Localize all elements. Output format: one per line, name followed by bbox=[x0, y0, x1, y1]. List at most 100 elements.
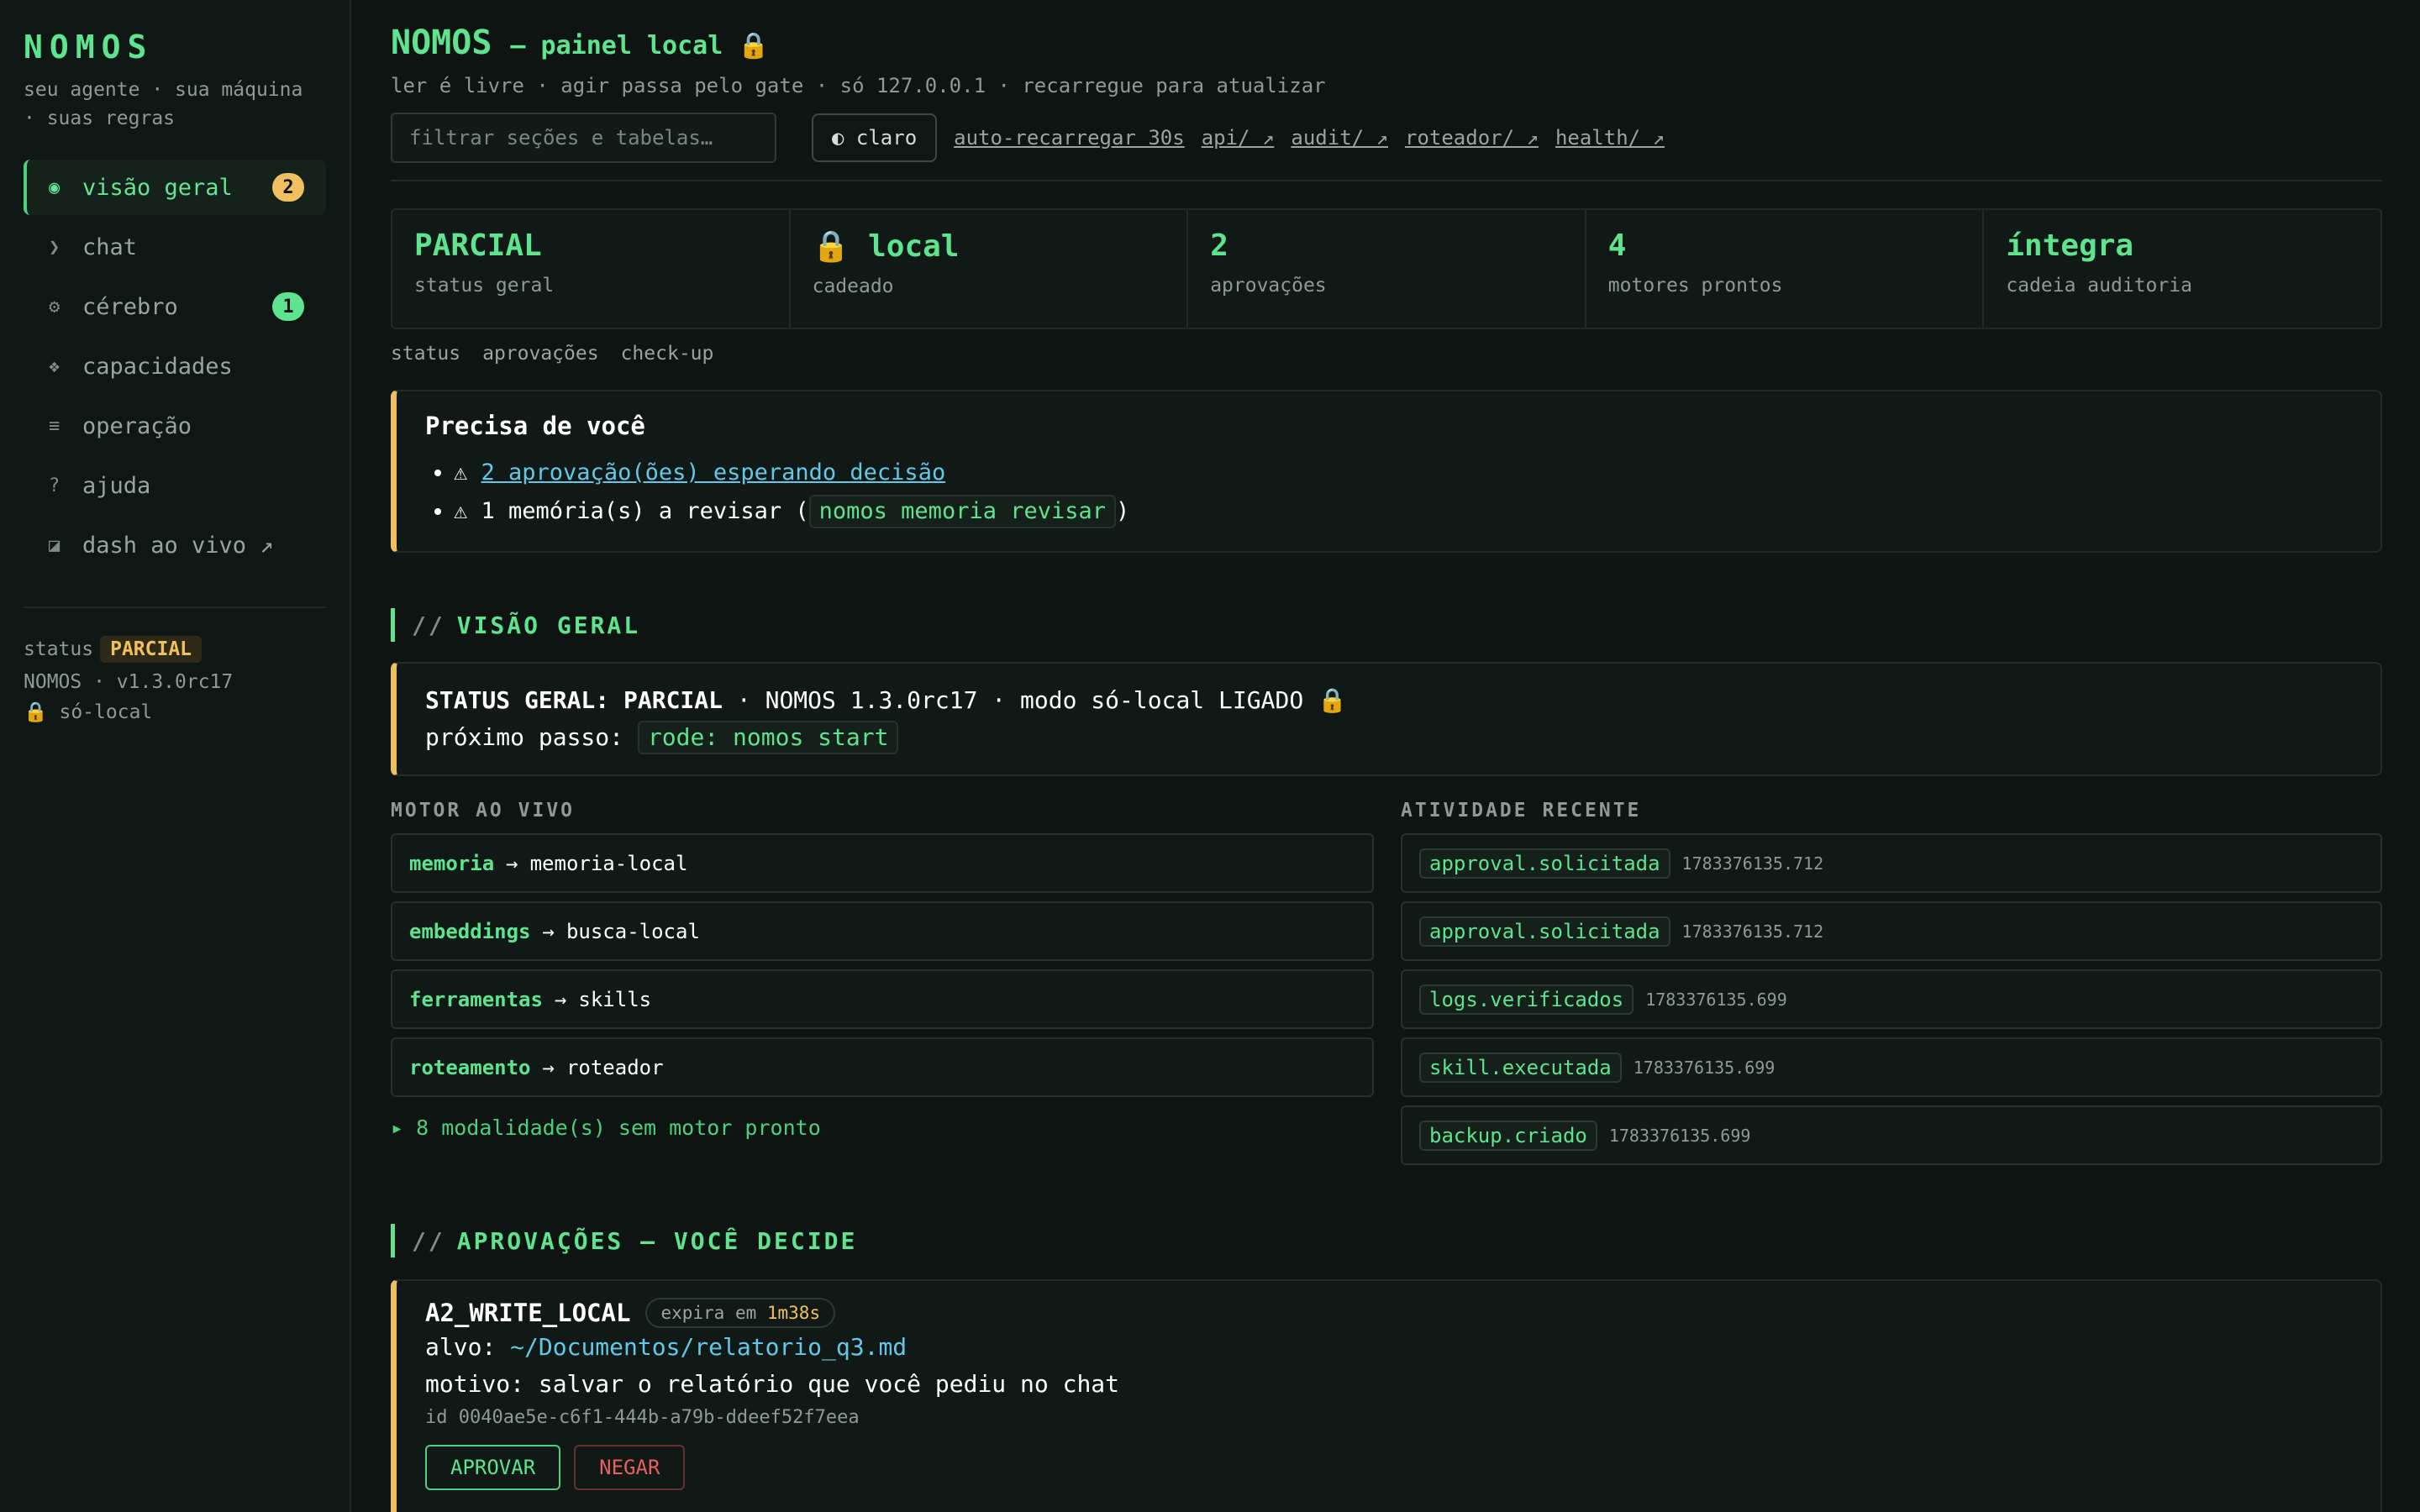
expiry-time: 1m38s bbox=[766, 1303, 821, 1323]
command-code: nomos memoria revisar bbox=[808, 495, 1117, 528]
sidebar-item-chat[interactable]: ❯ chat bbox=[24, 219, 326, 275]
section-heading-approvals: // APROVAÇÕES — VOCÊ DECIDE bbox=[391, 1224, 2382, 1257]
anchor-status[interactable]: status bbox=[391, 343, 460, 365]
sidebar-item-label: operação bbox=[82, 412, 192, 439]
theme-toggle-button[interactable]: ◐ claro bbox=[812, 113, 938, 162]
section-title: APROVAÇÕES — VOCÊ DECIDE bbox=[456, 1226, 858, 1255]
brand-tagline: seu agente · sua máquina · suas regras bbox=[24, 79, 303, 129]
sidebar-item-label: dash ao vivo ↗ bbox=[82, 532, 274, 559]
status-details: · NOMOS 1.3.0rc17 · modo só-local LIGADO… bbox=[723, 686, 1347, 714]
sidebar-divider bbox=[24, 606, 326, 608]
section-title: VISÃO GERAL bbox=[456, 611, 641, 639]
engine-target: roteador bbox=[566, 1055, 664, 1079]
main-content: NOMOS — painel local 🔒 ler é livre · agi… bbox=[391, 0, 2382, 1512]
engine-name: roteamento bbox=[409, 1055, 531, 1079]
sidebar-nav: ◉ visão geral 2 ❯ chat ⚙ cérebro 1 ❖ cap… bbox=[24, 160, 326, 573]
sidebar-item-label: capacidades bbox=[82, 353, 233, 380]
stat-status-geral: PARCIAL status geral bbox=[392, 210, 791, 328]
gear-icon: ⚙ bbox=[49, 296, 60, 318]
api-link[interactable]: api/ ↗ bbox=[1202, 126, 1275, 150]
pending-approvals-link[interactable]: 2 aprovação(ões) esperando decisão bbox=[481, 459, 946, 486]
memory-review-text: ⚠ 1 memória(s) a revisar ( bbox=[454, 498, 809, 524]
stat-label: cadeado bbox=[812, 276, 894, 297]
memory-review-suffix: ) bbox=[1116, 498, 1130, 524]
health-link[interactable]: health/ ↗ bbox=[1555, 126, 1665, 150]
deny-button[interactable]: NEGAR bbox=[574, 1445, 686, 1490]
menu-lines-icon: ≡ bbox=[49, 415, 60, 437]
stats-strip: PARCIAL status geral 🔒 local cadeado 2 a… bbox=[391, 208, 2382, 329]
approval-actions: APROVAR NEGAR bbox=[425, 1445, 2352, 1490]
page-title: NOMOS bbox=[391, 24, 492, 62]
approve-button[interactable]: APROVAR bbox=[425, 1445, 561, 1490]
event-tag: approval.solicitada bbox=[1419, 916, 1670, 947]
audit-link[interactable]: audit/ ↗ bbox=[1291, 126, 1388, 150]
sidebar-item-operacao[interactable]: ≡ operação bbox=[24, 398, 326, 454]
arrow-icon: → bbox=[542, 919, 555, 943]
stat-value: 4 bbox=[1607, 228, 1627, 263]
version-text: NOMOS · v1.3.0rc17 bbox=[24, 671, 234, 693]
engines-panel: MOTOR AO VIVO memoria → memoria-local embe… bbox=[391, 800, 1374, 1173]
stat-value: 🔒 local bbox=[812, 229, 960, 264]
stat-label: motores prontos bbox=[1607, 275, 1783, 297]
overview-status-card: STATUS GERAL: PARCIAL · NOMOS 1.3.0rc17 … bbox=[391, 662, 2382, 776]
sidebar-item-visao-geral[interactable]: ◉ visão geral 2 bbox=[24, 160, 326, 215]
arrow-icon: → bbox=[506, 851, 518, 875]
status-line: STATUS GERAL: PARCIAL · NOMOS 1.3.0rc17 … bbox=[425, 682, 2352, 719]
engine-target: busca-local bbox=[566, 919, 700, 943]
anchor-check-up[interactable]: check-up bbox=[621, 343, 714, 365]
event-timestamp: 1783376135.712 bbox=[1681, 853, 1824, 874]
stat-label: status geral bbox=[414, 275, 555, 297]
two-column-panels: MOTOR AO VIVO memoria → memoria-local embe… bbox=[391, 800, 2382, 1173]
event-tag: logs.verificados bbox=[1419, 984, 1634, 1015]
event-tag: backup.criado bbox=[1419, 1120, 1597, 1151]
sidebar: NOMOS seu agente · sua máquina · suas re… bbox=[0, 0, 351, 1512]
sidebar-status: status PARCIAL bbox=[24, 632, 326, 667]
sidebar-item-label: visão geral bbox=[82, 174, 233, 201]
engine-row: roteamento → roteador bbox=[391, 1037, 1374, 1097]
target-label: alvo: bbox=[425, 1333, 511, 1361]
engine-name: memoria bbox=[409, 851, 495, 875]
activity-row: logs.verificados 1783376135.699 bbox=[1401, 969, 2382, 1029]
auto-reload-link[interactable]: auto-recarregar 30s bbox=[954, 126, 1185, 150]
target-path: ~/Documentos/relatorio_q3.md bbox=[510, 1333, 908, 1361]
sidebar-item-label: chat bbox=[82, 234, 138, 260]
section-anchors: status aprovações check-up bbox=[391, 343, 2382, 365]
stat-label: cadeia auditoria bbox=[2006, 275, 2192, 297]
local-mode-text: 🔒 só-local bbox=[24, 701, 153, 723]
engine-row: memoria → memoria-local bbox=[391, 833, 1374, 893]
count-badge: 2 bbox=[272, 173, 304, 202]
status-badge: PARCIAL bbox=[100, 636, 203, 663]
chevron-right-icon: ❯ bbox=[49, 236, 60, 258]
stat-value: 2 bbox=[1210, 228, 1228, 263]
section-heading-overview: // VISÃO GERAL bbox=[391, 608, 2382, 642]
approval-target-line: alvo: ~/Documentos/relatorio_q3.md bbox=[425, 1330, 2352, 1365]
engine-target: memoria-local bbox=[529, 851, 688, 875]
anchor-aprovacoes[interactable]: aprovações bbox=[482, 343, 598, 365]
list-item: ⚠ 2 aprovação(ões) esperando decisão bbox=[454, 454, 2352, 492]
event-timestamp: 1783376135.699 bbox=[1608, 1125, 1751, 1146]
sidebar-item-capacidades[interactable]: ❖ capacidades bbox=[24, 339, 326, 394]
stat-aprovacoes: 2 aprovações bbox=[1188, 210, 1586, 328]
router-link[interactable]: roteador/ ↗ bbox=[1405, 126, 1539, 150]
activity-heading: ATIVIDADE RECENTE bbox=[1401, 800, 1642, 822]
expiry-label: expira em bbox=[660, 1303, 767, 1323]
activity-row: approval.solicitada 1783376135.712 bbox=[1401, 833, 2382, 893]
approval-title-row: A2_WRITE_LOCAL expira em 1m38s bbox=[425, 1298, 2352, 1328]
sidebar-item-cerebro[interactable]: ⚙ cérebro 1 bbox=[24, 279, 326, 334]
sidebar-item-dash-ao-vivo[interactable]: ◪ dash ao vivo ↗ bbox=[24, 517, 326, 573]
event-tag: approval.solicitada bbox=[1419, 848, 1670, 879]
event-tag: skill.executada bbox=[1419, 1052, 1622, 1083]
page-description: ler é livre · agir passa pelo gate · só … bbox=[391, 74, 1326, 97]
approval-action: A2_WRITE_LOCAL bbox=[425, 1299, 631, 1327]
engine-target: skills bbox=[578, 987, 652, 1011]
next-step-code: rode: nomos start bbox=[637, 721, 899, 754]
next-step-line: próximo passo: rode: nomos start bbox=[425, 719, 2352, 756]
sidebar-item-ajuda[interactable]: ? ajuda bbox=[24, 458, 326, 513]
missing-engines-toggle[interactable]: ▸ 8 modalidade(s) sem motor pronto bbox=[391, 1116, 1374, 1140]
warning-icon: ⚠ bbox=[454, 459, 481, 486]
filter-input[interactable] bbox=[391, 113, 776, 163]
heading-slashes: // bbox=[412, 611, 445, 639]
callout-title: Precisa de você bbox=[425, 412, 645, 440]
sidebar-item-label: cérebro bbox=[82, 293, 178, 320]
stat-auditoria: íntegra cadeia auditoria bbox=[1984, 210, 2381, 328]
